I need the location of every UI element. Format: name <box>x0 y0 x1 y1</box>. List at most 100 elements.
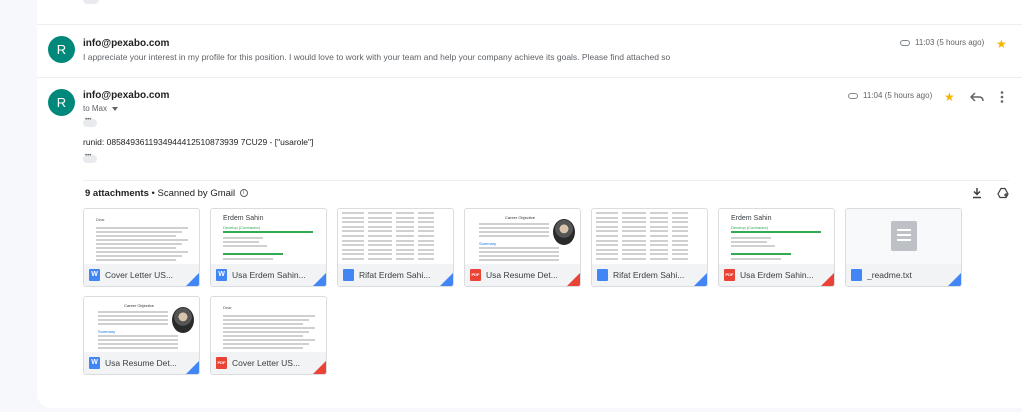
attachment-card[interactable]: _readme.txt <box>845 208 962 287</box>
thumbnail-heading: Dear <box>96 217 105 222</box>
divider <box>83 180 1009 181</box>
thumbnail-line <box>396 221 414 224</box>
attachment-footer[interactable]: W Usa Resume Det... <box>84 352 199 374</box>
attachment-footer[interactable]: Rifat Erdem Sahi... <box>338 264 453 286</box>
thumbnail-line <box>418 212 434 214</box>
attachment-thumbnail[interactable] <box>846 209 961 264</box>
more-vert-icon[interactable] <box>1000 90 1004 104</box>
profile-photo <box>553 219 575 245</box>
thumbnail-line <box>223 323 303 325</box>
thumbnail-line <box>418 216 434 219</box>
thumbnail-line <box>596 230 618 233</box>
attachment-card[interactable]: Erdem Sahin Develop (Contractor) W Usa Erde… <box>210 208 327 287</box>
avatar[interactable]: R <box>48 36 75 63</box>
pdf-file-icon: PDF <box>216 357 227 369</box>
message-body: runid: 0858493611934944412510873939 7CU2… <box>83 137 314 147</box>
thumbnail-line <box>368 225 392 228</box>
attachment-footer[interactable]: W Cover Letter US... <box>84 264 199 286</box>
attachment-footer[interactable]: _readme.txt <box>846 264 961 286</box>
attachment-card[interactable]: Career Objective Summary W Usa Resume Det..… <box>83 296 200 375</box>
word-file-icon: W <box>89 269 100 281</box>
avatar[interactable]: R <box>48 89 75 116</box>
thumbnail-line <box>396 212 414 214</box>
thumbnail-line <box>96 251 188 253</box>
thumbnail-line <box>622 225 646 228</box>
thumbnail-line <box>418 258 434 260</box>
thumbnail-line <box>223 335 303 337</box>
thumbnail-line <box>368 230 392 233</box>
thumbnail-line <box>223 237 263 239</box>
thumbnail-line <box>368 216 392 219</box>
thumbnail-line <box>223 331 309 333</box>
file-type-corner <box>821 273 834 286</box>
thumbnail-line <box>342 235 364 237</box>
thumbnail-line <box>650 239 668 242</box>
thumbnail-line <box>650 258 668 260</box>
thumbnail-line <box>223 231 313 233</box>
thumbnail-line <box>223 319 309 321</box>
collapsed-dots[interactable] <box>83 0 99 4</box>
show-trimmed-content-button[interactable] <box>83 153 97 163</box>
attachment-thumbnail[interactable] <box>338 209 453 264</box>
thumbnail-line <box>342 230 364 233</box>
star-icon[interactable]: ★ <box>944 91 955 103</box>
download-all-icon[interactable] <box>971 187 983 199</box>
add-to-drive-icon[interactable] <box>997 187 1009 199</box>
show-trimmed-content-button[interactable] <box>83 117 97 127</box>
star-icon[interactable]: ★ <box>996 38 1007 50</box>
thumbnail-line <box>342 239 364 242</box>
attachment-card[interactable]: Erdem Sahin Develop (Contractor) PDF Usa Er… <box>718 208 835 287</box>
word-file-icon: W <box>216 269 227 281</box>
thumbnail-line <box>96 235 176 237</box>
thumbnail-line <box>672 258 688 260</box>
attachment-card[interactable]: Dear PDF Cover Letter US... <box>210 296 327 375</box>
attachment-card[interactable]: Dear W Cover Letter US... <box>83 208 200 287</box>
thumbnail-line <box>223 253 283 255</box>
attachment-thumbnail[interactable]: Dear <box>84 209 199 264</box>
sender-email[interactable]: info@pexabo.com <box>83 38 169 49</box>
attachment-thumbnail[interactable]: Dear <box>211 297 326 352</box>
thumbnail-line <box>622 212 646 214</box>
thumbnail-line <box>396 239 414 242</box>
attachment-footer[interactable]: PDF Cover Letter US... <box>211 352 326 374</box>
thumbnail-name: Erdem Sahin <box>731 215 772 222</box>
sender-email[interactable]: info@pexabo.com <box>83 90 169 101</box>
attachment-thumbnail[interactable]: Career Objective Summary <box>465 209 580 264</box>
thumbnail-line <box>650 216 668 219</box>
thumbnail-line <box>418 244 434 247</box>
reply-icon[interactable] <box>970 91 984 103</box>
file-type-corner <box>694 273 707 286</box>
attachment-thumbnail[interactable] <box>592 209 707 264</box>
attachment-footer[interactable]: Rifat Erdem Sahi... <box>592 264 707 286</box>
chevron-down-icon[interactable] <box>112 106 119 111</box>
thumbnail-line <box>622 253 646 256</box>
attachment-footer[interactable]: W Usa Erdem Sahin... <box>211 264 326 286</box>
recipients-line[interactable]: to Max <box>83 104 119 113</box>
attachment-thumbnail[interactable]: Career Objective Summary <box>84 297 199 352</box>
thumbnail-line <box>98 319 168 321</box>
info-icon[interactable]: i <box>239 189 248 198</box>
thumbnail-line <box>596 258 618 260</box>
thumbnail-line <box>368 253 392 256</box>
attachment-card[interactable]: Rifat Erdem Sahi... <box>591 208 708 287</box>
thumbnail-line <box>672 244 688 247</box>
thumbnail-line <box>650 235 668 237</box>
attachment-thumbnail[interactable]: Erdem Sahin Develop (Contractor) <box>719 209 834 264</box>
message-snippet[interactable]: I appreciate your interest in my profile… <box>83 52 670 62</box>
thumbnail-line <box>672 216 688 219</box>
thumbnail-line <box>731 245 775 247</box>
attachment-card[interactable]: Career Objective Summary PDF Usa Resume Det… <box>464 208 581 287</box>
thumbnail-line <box>223 241 259 243</box>
attachment-footer[interactable]: PDF Usa Resume Det... <box>465 264 580 286</box>
attachment-card[interactable]: Rifat Erdem Sahi... <box>337 208 454 287</box>
attachment-footer[interactable]: PDF Usa Erdem Sahin... <box>719 264 834 286</box>
attachment-thumbnail[interactable]: Erdem Sahin Develop (Contractor) <box>211 209 326 264</box>
thumbnail-line <box>479 227 549 229</box>
thumbnail-line <box>596 235 618 237</box>
thumbnail-line <box>98 347 178 349</box>
thumbnail-line <box>731 231 821 233</box>
docs-file-icon <box>343 269 354 281</box>
thumbnail-line <box>596 212 618 214</box>
message-time[interactable]: 11:04 (5 hours ago) <box>863 91 932 100</box>
message-time[interactable]: 11:03 (5 hours ago) <box>915 38 984 47</box>
